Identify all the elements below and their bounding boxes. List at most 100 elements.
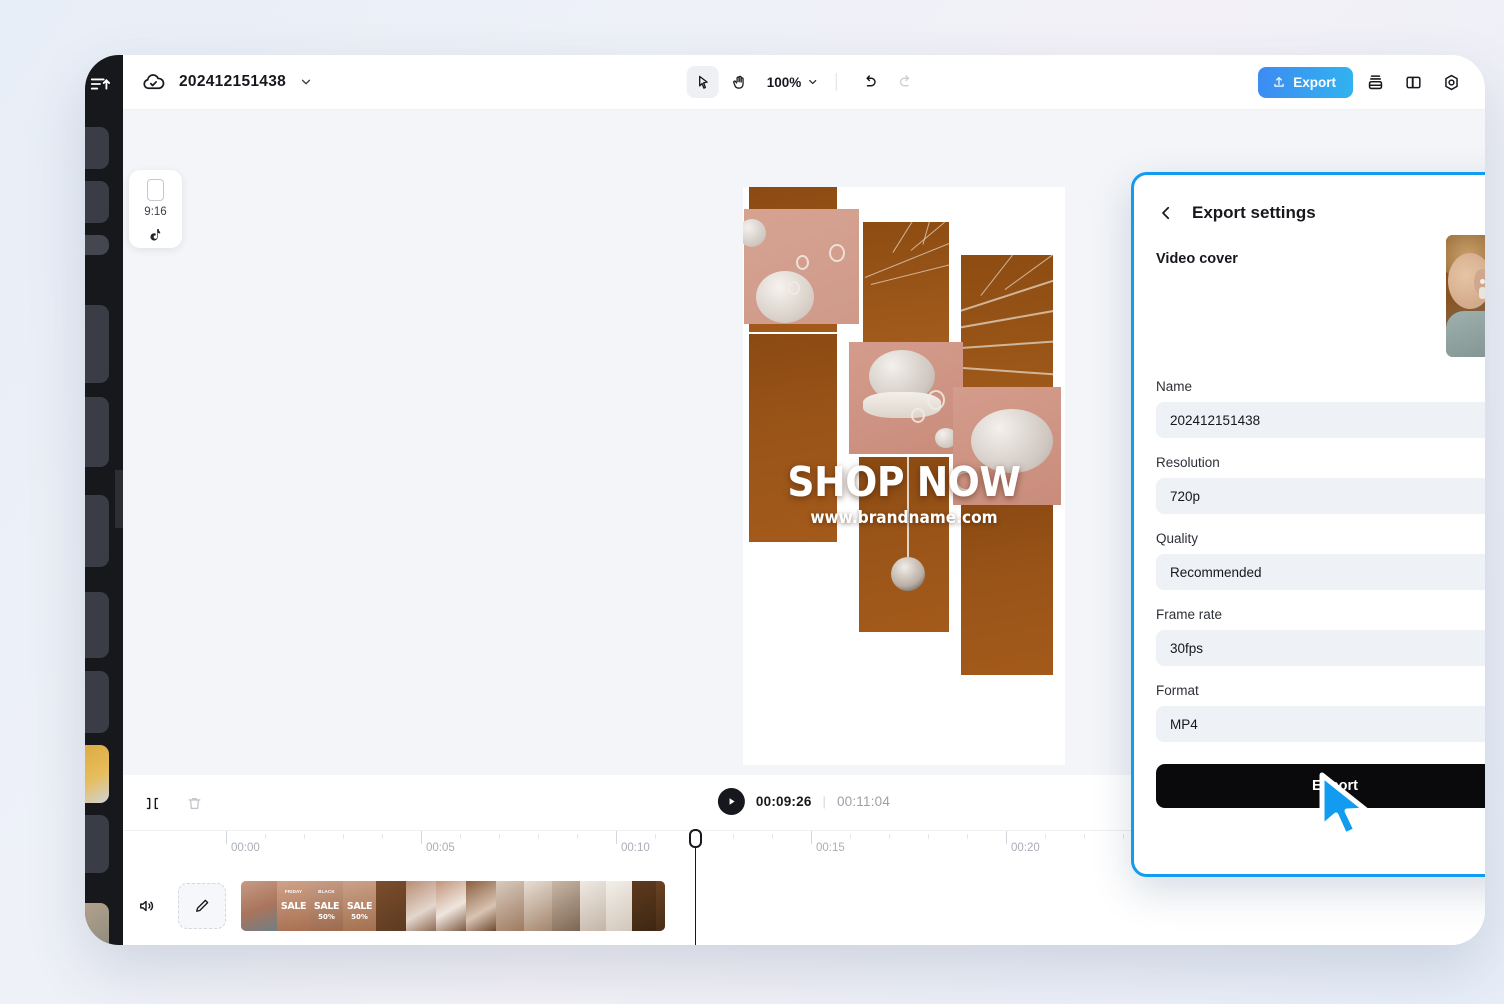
sidebar-card-thumbnail[interactable] <box>85 903 109 945</box>
clip-frame <box>656 881 665 931</box>
clip-frame <box>524 881 552 931</box>
cursor-arrow-icon[interactable] <box>686 66 719 98</box>
clip-frame: SALE 50% <box>343 881 376 931</box>
field-label: Resolution <box>1156 455 1220 470</box>
app-window: 16... p-... )... 03... 202412151438 <box>85 55 1485 945</box>
video-cover-thumbnail[interactable] <box>1446 235 1485 357</box>
field-quality: Quality Recommended <box>1156 531 1485 590</box>
video-cover-label: Video cover <box>1156 251 1238 267</box>
clip-frame-text: BLACK <box>318 889 335 894</box>
field-value: Recommended <box>1170 564 1262 580</box>
speaker-icon[interactable] <box>133 893 159 919</box>
field-resolution: Resolution 720p <box>1156 455 1485 514</box>
playback-controls: 00:09:26 | 00:11:04 <box>717 788 891 815</box>
format-select[interactable]: MP4 <box>1156 706 1485 742</box>
trash-icon[interactable] <box>180 789 208 817</box>
redo-arrow-icon[interactable] <box>889 66 921 98</box>
project-title: 202412151438 <box>179 73 287 90</box>
split-clip-icon[interactable] <box>138 789 166 817</box>
zoom-level-value: 100% <box>766 74 802 90</box>
ruler-label: 00:15 <box>816 842 845 854</box>
video-preview[interactable]: SHOP NOW www.brandname.com <box>743 187 1065 765</box>
resolution-select[interactable]: 720p <box>1156 478 1485 514</box>
field-label: Quality <box>1156 531 1199 546</box>
clip-frame-text: 50% <box>351 913 368 921</box>
quality-select[interactable]: Recommended <box>1156 554 1485 590</box>
sidebar-card[interactable] <box>85 305 109 383</box>
clip-frame <box>580 881 606 931</box>
sidebar-card[interactable] <box>85 671 109 733</box>
play-triangle-icon[interactable] <box>717 788 745 815</box>
hand-icon[interactable] <box>723 66 755 98</box>
field-format: Format MP4 <box>1156 683 1485 742</box>
sidebar-card[interactable] <box>85 592 109 658</box>
clip-frame-text: SALE <box>313 901 340 912</box>
video-clip[interactable]: FRIDAY SALE BLACK SALE 50% SALE 50% <box>241 881 665 931</box>
playhead[interactable] <box>689 829 702 945</box>
chevron-left-icon[interactable] <box>1154 201 1178 225</box>
chevron-down-icon[interactable] <box>299 75 313 89</box>
sidebar-item-label: 16... <box>85 284 109 296</box>
preview-headline-group: SHOP NOW www.brandname.com <box>743 458 1065 528</box>
field-label: Name <box>1156 379 1193 394</box>
clip-frame <box>552 881 580 931</box>
sidebar-item-label: 03... <box>85 883 109 895</box>
sidebar-card[interactable] <box>85 397 109 467</box>
field-value: 720p <box>1170 488 1201 504</box>
field-value: 202412151438 <box>1170 412 1261 428</box>
current-time: 00:09:26 <box>755 794 812 809</box>
undo-arrow-icon[interactable] <box>853 66 885 98</box>
right-tool-group: Export <box>1258 66 1467 98</box>
sidebar-card[interactable] <box>85 127 109 169</box>
clip-frame-text: FRIDAY <box>284 889 303 894</box>
brand-url: www.brandname.com <box>810 508 998 527</box>
export-settings-panel: Export settings Video cover Name 2024121… <box>1131 172 1485 877</box>
upload-icon <box>1272 75 1286 89</box>
tiktok-icon <box>148 227 164 248</box>
clip-frame <box>376 881 406 931</box>
total-time: 00:11:04 <box>836 794 891 809</box>
layers-stack-icon[interactable] <box>1359 66 1391 98</box>
gear-hex-icon[interactable] <box>1435 66 1467 98</box>
aspect-ratio-card[interactable]: 9:16 <box>129 170 182 248</box>
edit-clip-button[interactable] <box>178 883 226 929</box>
playhead-knob[interactable] <box>689 829 702 848</box>
sidebar-card[interactable] <box>85 495 109 567</box>
timeline-track-row: FRIDAY SALE BLACK SALE 50% SALE 50% <box>123 829 1485 945</box>
ruler-label: 00:20 <box>1011 842 1040 854</box>
sidebar-item-label: )... <box>85 573 109 585</box>
panel-title: Export settings <box>1192 203 1316 222</box>
aspect-ratio-label: 9:16 <box>144 206 167 218</box>
cloud-check-icon <box>142 71 165 94</box>
name-input[interactable]: 202412151438 <box>1156 402 1485 438</box>
export-button[interactable]: Export <box>1258 66 1353 98</box>
top-toolbar: 202412151438 100% Export <box>123 55 1485 110</box>
field-label: Frame rate <box>1156 607 1223 622</box>
sidebar-card[interactable] <box>85 181 109 223</box>
zoom-level-selector[interactable]: 100% <box>767 75 819 90</box>
sidebar-card[interactable] <box>85 235 109 255</box>
clip-frame-text: SALE <box>346 901 373 912</box>
field-name: Name 202412151438 <box>1156 379 1485 438</box>
field-frame-rate: Frame rate 30fps <box>1156 607 1485 666</box>
sort-ascending-icon[interactable] <box>87 73 113 95</box>
split-panel-icon[interactable] <box>1397 66 1429 98</box>
clip-frame <box>241 881 277 931</box>
clip-frame-text: SALE <box>280 901 307 912</box>
clip-frame <box>496 881 524 931</box>
ruler-label: 00:00 <box>231 842 260 854</box>
clip-frame <box>436 881 466 931</box>
field-value: 30fps <box>1170 640 1204 656</box>
frame-rate-select[interactable]: 30fps <box>1156 630 1485 666</box>
sidebar-card[interactable] <box>85 815 109 873</box>
page-title: SHOP NOW <box>787 458 1021 506</box>
clip-frame <box>632 881 656 931</box>
center-tool-group: 100% <box>686 66 922 98</box>
sidebar-item-label: p-... <box>85 475 109 487</box>
clip-frame <box>606 881 632 931</box>
toolbar-divider <box>835 73 837 91</box>
mouse-cursor <box>1316 771 1376 856</box>
sidebar-card-thumbnail[interactable] <box>85 745 109 803</box>
time-separator: | <box>822 794 826 809</box>
ruler-label: 00:10 <box>621 842 650 854</box>
